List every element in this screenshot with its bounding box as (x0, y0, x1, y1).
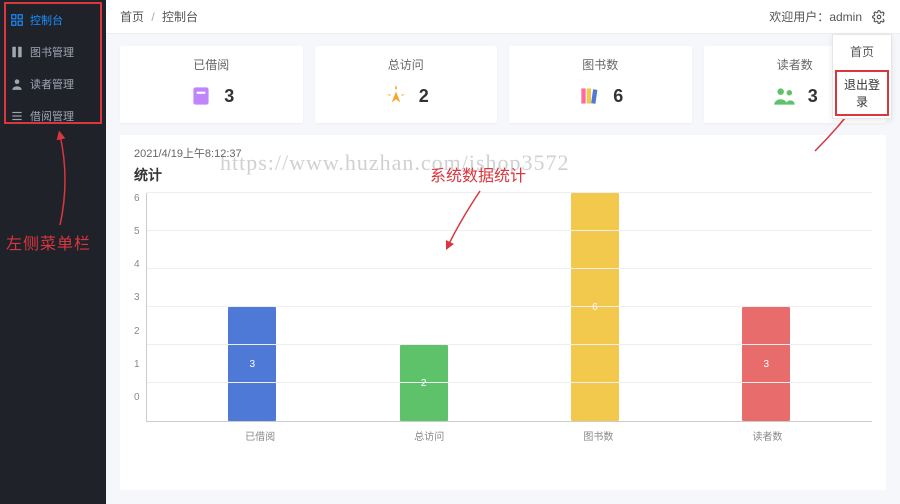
grid-line (147, 268, 872, 269)
stat-value: 3 (224, 86, 234, 107)
panel-timestamp: 2021/4/19上午8:12:37 (134, 145, 872, 161)
sidebar: 控制台 图书管理 读者管理 借阅管理 左侧菜单栏 (0, 0, 106, 504)
stats-row: 已借阅 3 总访问 2 图书数 (106, 34, 900, 131)
grid-line (147, 344, 872, 345)
sidebar-item-dashboard[interactable]: 控制台 (0, 4, 106, 36)
welcome-text: 欢迎用户：admin (769, 8, 862, 25)
breadcrumb-sep: / (151, 10, 154, 24)
stat-card-borrowed: 已借阅 3 (120, 46, 303, 123)
sidebar-item-readers[interactable]: 读者管理 (0, 68, 106, 100)
chart-panel: 2021/4/19上午8:12:37 统计 6 5 4 3 2 1 0 3 2 6 3 已借阅总访… (120, 135, 886, 490)
sidebar-item-label: 借阅管理 (30, 108, 74, 124)
user-area: 欢迎用户：admin (769, 8, 886, 25)
y-tick: 1 (134, 359, 140, 370)
stat-card-books: 图书数 6 (509, 46, 692, 123)
borrow-icon (188, 83, 214, 109)
stat-title: 图书数 (509, 56, 692, 73)
y-tick: 3 (134, 292, 140, 303)
stat-value: 6 (613, 86, 623, 107)
list-icon (10, 109, 24, 123)
breadcrumb-current: 控制台 (162, 10, 198, 24)
people-icon (772, 83, 798, 109)
y-tick: 0 (134, 392, 140, 403)
stat-title: 总访问 (315, 56, 498, 73)
dropdown-item-logout[interactable]: 退出登录 (835, 70, 889, 116)
user-dropdown: 首页 退出登录 (832, 34, 892, 119)
topbar: 首页 / 控制台 欢迎用户：admin (106, 0, 900, 34)
stat-title: 已借阅 (120, 56, 303, 73)
panel-title: 统计 (134, 165, 872, 185)
book-icon (10, 45, 24, 59)
chart-x-axis: 已借阅总访问图书数读者数 (146, 422, 872, 443)
stat-value: 3 (808, 86, 818, 107)
sidebar-item-label: 控制台 (30, 12, 63, 28)
main-content: 首页 / 控制台 欢迎用户：admin 首页 退出登录 已借阅 (106, 0, 900, 504)
chart-bar[interactable]: 3 (742, 307, 790, 421)
grid-line (147, 306, 872, 307)
sidebar-item-books[interactable]: 图书管理 (0, 36, 106, 68)
dropdown-item-home[interactable]: 首页 (833, 35, 891, 68)
sidebar-item-borrow[interactable]: 借阅管理 (0, 100, 106, 132)
x-tick: 总访问 (345, 428, 514, 443)
breadcrumb-home[interactable]: 首页 (120, 10, 144, 24)
x-tick: 图书数 (514, 428, 683, 443)
chart-y-axis: 6 5 4 3 2 1 0 (134, 193, 146, 403)
y-tick: 6 (134, 193, 140, 204)
chart-bar[interactable]: 6 (571, 193, 619, 421)
click-icon (383, 83, 409, 109)
user-icon (10, 77, 24, 91)
x-tick: 读者数 (683, 428, 852, 443)
x-tick: 已借阅 (176, 428, 345, 443)
y-tick: 2 (134, 326, 140, 337)
stat-value: 2 (419, 86, 429, 107)
y-tick: 4 (134, 259, 140, 270)
grid-line (147, 192, 872, 193)
dashboard-icon (10, 13, 24, 27)
y-tick: 5 (134, 226, 140, 237)
chart-plot-area: 3263 (146, 193, 872, 422)
chart-bar[interactable]: 3 (228, 307, 276, 421)
annotation-arrow-sidebar (40, 130, 80, 230)
sidebar-item-label: 图书管理 (30, 44, 74, 60)
breadcrumb: 首页 / 控制台 (120, 8, 198, 25)
sidebar-item-label: 读者管理 (30, 76, 74, 92)
gear-icon[interactable] (872, 10, 886, 24)
stat-card-visits: 总访问 2 (315, 46, 498, 123)
books-icon (577, 83, 603, 109)
annotation-text-sidebar: 左侧菜单栏 (6, 230, 91, 254)
grid-line (147, 230, 872, 231)
grid-line (147, 382, 872, 383)
chart: 6 5 4 3 2 1 0 3 2 6 3 已借阅总访问图书数读者数 (134, 193, 872, 443)
